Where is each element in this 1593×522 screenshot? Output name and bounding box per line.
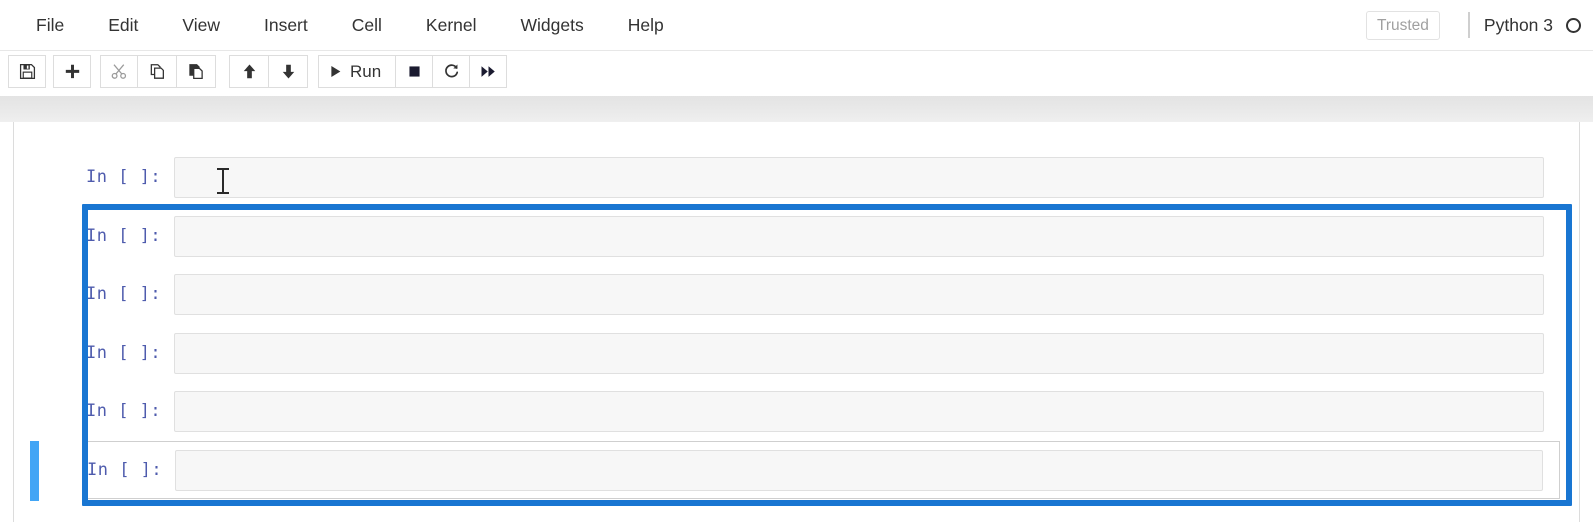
notebook-cell-3[interactable]: In [ ]:: [86, 265, 1560, 323]
notebook-cell-1[interactable]: In [ ]:: [86, 148, 1560, 206]
copy-icon[interactable]: [137, 55, 177, 88]
notebook-panel: In [ ]: In [ ]: In [ ]: In [ ]: In [ ]: …: [13, 122, 1580, 522]
kernel-idle-circle-icon[interactable]: [1566, 17, 1581, 33]
notebook-cell-2[interactable]: In [ ]:: [86, 207, 1560, 265]
toolbar-group-insert: [53, 55, 91, 88]
toolbar-notebook-divider: [0, 96, 1593, 122]
notebook-cell-5[interactable]: In [ ]:: [86, 382, 1560, 440]
cell-prompt: In [ ]:: [86, 284, 162, 304]
cell-prompt: In [ ]:: [87, 460, 163, 480]
notebook-cell-6[interactable]: In [ ]:: [30, 441, 1560, 501]
paste-icon[interactable]: [176, 55, 216, 88]
menu-widgets[interactable]: Widgets: [499, 8, 606, 42]
menu-edit[interactable]: Edit: [86, 8, 160, 42]
toolbar-group-save: [8, 55, 46, 88]
play-triangle-icon: [328, 64, 343, 79]
cell-input-area[interactable]: [174, 215, 1544, 257]
cell-input-area[interactable]: [174, 332, 1544, 374]
menu-insert[interactable]: Insert: [242, 8, 330, 42]
arrow-up-icon[interactable]: [229, 55, 269, 88]
toolbar: Run Code: [0, 51, 1593, 139]
toolbar-group-run: Run: [318, 55, 507, 88]
fast-forward-icon[interactable]: [469, 55, 507, 88]
cell-input-area[interactable]: [174, 390, 1544, 432]
cell-input-area[interactable]: [175, 449, 1543, 491]
cell-prompt: In [ ]:: [86, 401, 162, 421]
trusted-badge[interactable]: Trusted: [1365, 10, 1440, 40]
cell-selection-marker: [30, 441, 39, 501]
toolbar-group-clipboard: [100, 55, 216, 88]
run-button-label: Run: [350, 61, 382, 81]
menu-kernel[interactable]: Kernel: [404, 8, 499, 42]
restart-circular-arrow-icon[interactable]: [432, 55, 470, 88]
menu-bar: File Edit View Insert Cell Kernel Widget…: [0, 0, 1593, 51]
stop-square-icon[interactable]: [395, 55, 433, 88]
menu-bar-right: Trusted Python 3: [1365, 0, 1581, 50]
cut-scissors-icon[interactable]: [100, 55, 138, 88]
menu-cell[interactable]: Cell: [330, 8, 404, 42]
menu-file[interactable]: File: [14, 8, 86, 42]
menu-bar-items: File Edit View Insert Cell Kernel Widget…: [14, 0, 686, 50]
arrow-down-icon[interactable]: [268, 55, 308, 88]
cell-prompt: In [ ]:: [86, 343, 162, 363]
add-plus-icon[interactable]: [53, 55, 91, 88]
menu-view[interactable]: View: [160, 8, 242, 42]
kernel-name-label: Python 3: [1483, 14, 1553, 35]
cell-prompt: In [ ]:: [86, 167, 162, 187]
cell-input-area[interactable]: [174, 156, 1544, 198]
notebook-cell-4[interactable]: In [ ]:: [86, 324, 1560, 382]
kernel-indicator-area: Python 3: [1467, 12, 1581, 38]
toolbar-group-move: [229, 55, 308, 88]
cell-input-area[interactable]: [174, 273, 1544, 315]
save-floppy-icon[interactable]: [8, 55, 46, 88]
cell-prompt: In [ ]:: [86, 226, 162, 246]
menu-help[interactable]: Help: [606, 8, 686, 42]
run-button[interactable]: Run: [318, 55, 396, 88]
